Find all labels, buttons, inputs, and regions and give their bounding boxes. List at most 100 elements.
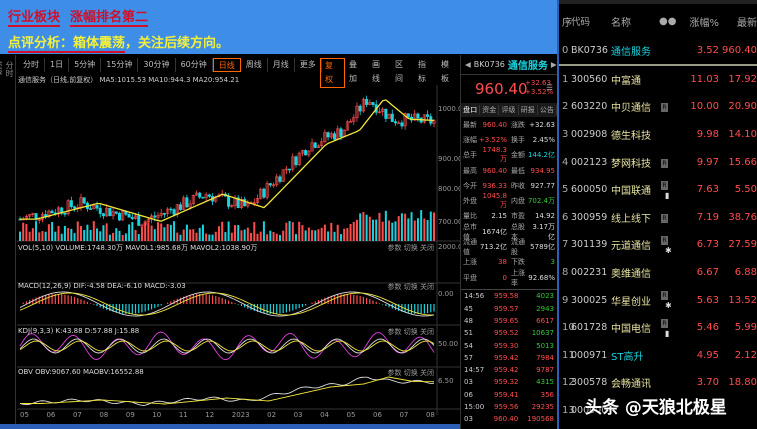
panel-controls[interactable]: 参数 切换 关闭 (388, 243, 434, 253)
volume-bar (426, 220, 429, 241)
list-row[interactable]: 2 603220 中贝通信 R 10.00 20.90 (559, 93, 757, 121)
list-row[interactable]: 11 000971 ST高升 4.95 2.12 (559, 342, 757, 370)
volume-bar (372, 219, 375, 241)
quote-row: 涨幅 +3.52% 换手 2.45% (461, 132, 557, 147)
quote-label: 最低 (511, 166, 525, 175)
volume-bar (253, 222, 256, 241)
volume-bar (150, 225, 153, 241)
column-header[interactable]: 序 (559, 14, 572, 29)
stock-name: 元道通信 (611, 241, 651, 253)
tick-volume: 10637 (531, 329, 554, 338)
candle-body (137, 215, 141, 226)
list-row[interactable]: 3 002908 德生科技 9.98 14.10 (559, 121, 757, 149)
quote-tab[interactable]: 研报 (519, 105, 538, 115)
column-header[interactable]: 名称 (611, 14, 659, 29)
candle-body (198, 192, 202, 198)
quote-tab[interactable]: 公告 (538, 105, 558, 115)
prev-arrow-icon[interactable]: ◀ (465, 60, 471, 69)
margin-badge-icon: R (661, 235, 668, 245)
quote-value: 960.40 (482, 166, 508, 175)
quote-tab[interactable]: 资金 (480, 105, 500, 115)
obv-axis: 6.50 (438, 377, 454, 385)
row-index: 8 (562, 267, 569, 279)
row-index: 4 (562, 156, 569, 168)
date-tick: 02 (267, 411, 277, 419)
quote-value: 1674亿 (482, 227, 507, 236)
margin-badge-icon: R (661, 103, 668, 113)
panel-controls[interactable]: 参数 切换 关闭 (388, 327, 434, 337)
volume-bar (99, 231, 102, 241)
panel-controls[interactable]: 参数 切换 关闭 (388, 368, 434, 378)
last-price: 38.76 (728, 211, 757, 223)
date-tick: 2023 (231, 411, 250, 419)
tick-volume: 9787 (536, 366, 554, 375)
candle-body (365, 98, 369, 105)
date-tick: 05 (20, 411, 29, 419)
menu-icon[interactable]: ☰ (546, 83, 553, 92)
volume-bar (320, 227, 323, 241)
sector-stock-list: 序代码 名称 ●● 涨幅% 最新 0 BK0736 通信服务 3.52 960.40 1 30056… (557, 0, 757, 429)
quote-tab[interactable]: 盘口 (461, 105, 481, 115)
column-header[interactable]: ●● (659, 16, 677, 27)
tick-volume: 356 (540, 390, 554, 399)
list-row[interactable]: 0 BK0736 通信服务 3.52 960.40 (559, 38, 757, 66)
column-header[interactable]: 最新 (719, 14, 757, 29)
stock-code: 601728 (571, 322, 608, 334)
tick-price: 959.30 (494, 341, 519, 350)
pct-change: 4.95 (696, 349, 719, 361)
volume-bar (217, 226, 220, 241)
volume-bar (234, 225, 237, 241)
volume-bar (365, 214, 368, 241)
volume-bar (349, 223, 352, 241)
candle-body (333, 133, 337, 140)
time-and-sales: 14:56 959.58 4023 45 959.57 2943 48 959.65 6617 5… (461, 289, 557, 425)
column-header[interactable]: 代码 (571, 14, 611, 28)
volume-bar (173, 221, 176, 241)
flag-cell: R (659, 101, 677, 113)
list-row[interactable]: 4 002123 梦网科技 R 9.97 15.66 (559, 148, 757, 176)
list-row[interactable]: 5 600050 中国联通 R▮ 7.63 5.50 (559, 176, 757, 204)
row-index: 2 (562, 101, 569, 113)
comment-line: 点评分析：箱体震荡，关注后续方向。 (8, 32, 229, 53)
volume-bar (262, 221, 265, 241)
quote-value: 0 (502, 273, 507, 282)
margin-badge-icon: R (661, 291, 668, 301)
candle-body (294, 156, 298, 166)
tick-time: 03 (464, 415, 473, 424)
tick-row: 57 959.42 7984 (461, 352, 557, 364)
volume-bar (227, 221, 230, 241)
comment-label: 点评分析： (8, 36, 74, 53)
quote-value: 1748.3万 (482, 146, 508, 164)
row-index: 10 (562, 322, 575, 334)
list-row[interactable]: 6 300959 线上线下 R 7.19 38.76 (559, 204, 757, 232)
column-header[interactable]: 涨幅% (677, 14, 719, 29)
candle-body (371, 102, 375, 105)
volume-bar (28, 231, 31, 241)
candle-body (358, 105, 362, 112)
volume-bar (118, 230, 121, 241)
volume-bar (311, 230, 314, 241)
volume-bar (115, 228, 118, 241)
last-price: 18.80 (728, 377, 757, 389)
panel-controls[interactable]: 参数 切换 关闭 (388, 282, 434, 292)
list-row[interactable]: 10 601728 中国电信 R▮ 5.46 5.99 (559, 314, 757, 342)
row-index: 7 (562, 239, 569, 251)
list-row[interactable]: 8 002231 奥维通信 6.67 6.88 (559, 259, 757, 287)
list-row[interactable]: 9 300025 华星创业 R✱ 5.63 13.52 (559, 286, 757, 314)
quote-label: 总手 (463, 151, 477, 160)
last-price: 13.52 (728, 294, 757, 306)
volume-bar (163, 227, 166, 241)
list-row[interactable]: 1 300560 中富通 11.03 17.92 (559, 66, 757, 94)
marker-icon: ✱ (665, 245, 672, 255)
volume-bar (381, 221, 384, 241)
next-arrow-icon[interactable]: ▶ (551, 60, 557, 69)
kline-chart-area[interactable]: 分时K线日线资料论股F10 分时1日5分钟15分钟30分钟60分钟日线周线月线更… (0, 55, 467, 429)
last-price: 17.92 (728, 73, 757, 85)
list-row[interactable]: 7 301139 元道通信 R✱ 6.73 27.59 (559, 231, 757, 259)
candle-body (384, 108, 388, 119)
quote-tab[interactable]: 评级 (499, 105, 519, 115)
candle-body (288, 168, 292, 171)
stock-name: 中贝通信 (611, 103, 651, 115)
price-tick: 800.00 (438, 185, 463, 193)
quote-row: 流通值 713.2亿 流通股 5789亿 (461, 238, 557, 256)
